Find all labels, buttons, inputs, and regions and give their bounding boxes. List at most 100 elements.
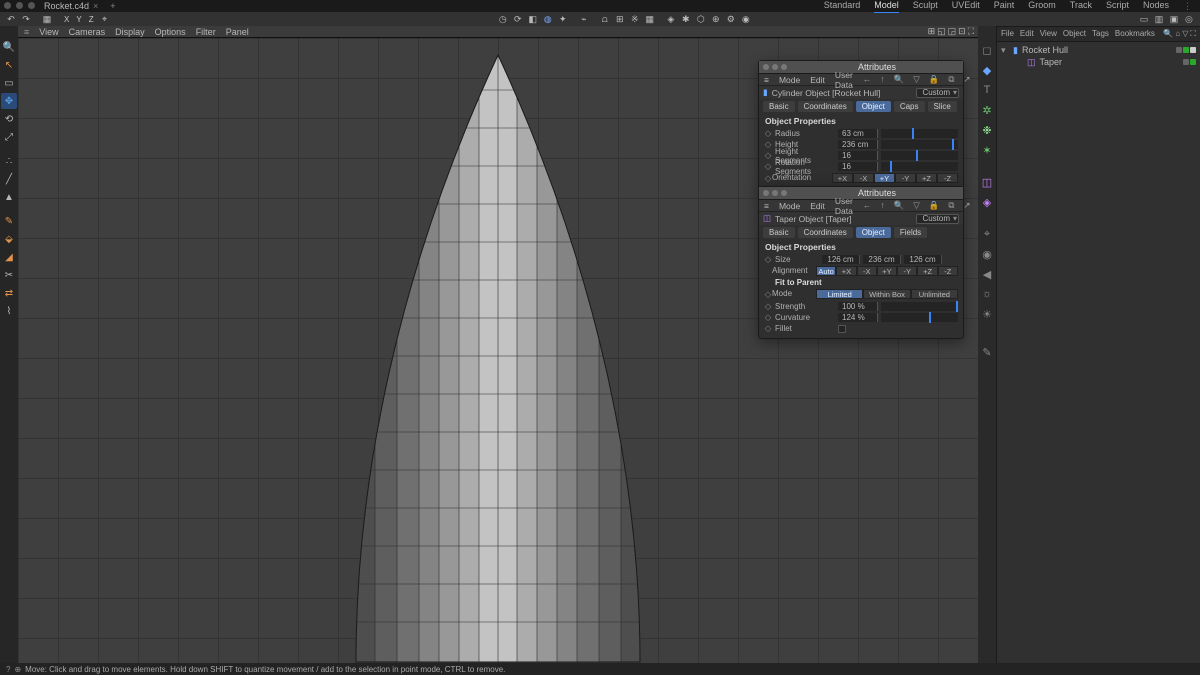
globe-icon[interactable]: ⊕	[14, 665, 21, 674]
mode-standard[interactable]: Standard	[824, 0, 861, 12]
rseg-input[interactable]: 16	[838, 162, 878, 171]
document-tab[interactable]: Rocket.c4d ×	[38, 1, 104, 11]
axis-y-button[interactable]: Y	[73, 13, 84, 25]
disclosure-icon[interactable]	[1015, 57, 1023, 67]
lock-icon[interactable]: 🔒	[929, 200, 940, 211]
render-icon[interactable]: ◉	[739, 13, 753, 25]
align-ny[interactable]: -Y	[897, 266, 917, 276]
settings-icon[interactable]: ⚙	[724, 13, 738, 25]
kebab-icon[interactable]: ⋮	[1183, 1, 1192, 12]
curv-slider[interactable]	[881, 313, 958, 322]
undo-icon[interactable]: ↶	[4, 13, 18, 25]
filter-icon[interactable]: ▽	[913, 74, 920, 85]
mode-uvedit[interactable]: UVEdit	[952, 0, 980, 12]
size-y-input[interactable]: 236 cm	[863, 255, 901, 264]
layout-1-icon[interactable]: ▭	[1137, 13, 1151, 25]
light-prim-icon[interactable]: ◉	[979, 246, 995, 262]
tab-fields[interactable]: Fields	[894, 227, 927, 238]
obj-menu-view[interactable]: View	[1040, 29, 1057, 39]
env-icon[interactable]: ☼	[979, 286, 995, 302]
size-z-input[interactable]: 126 cm	[904, 255, 942, 264]
radius-input[interactable]: 63 cm	[838, 129, 878, 138]
attr-menu-mode[interactable]: Mode	[779, 75, 800, 85]
vpmenu-cameras[interactable]: Cameras	[69, 27, 106, 37]
rotate-tool-icon[interactable]: ⟲	[1, 111, 17, 127]
hseg-slider[interactable]	[881, 151, 958, 160]
speaker-icon[interactable]: ◀	[979, 266, 995, 282]
mode-paint[interactable]: Paint	[994, 0, 1015, 12]
history-icon[interactable]: ◷	[496, 13, 510, 25]
pen-tool-icon[interactable]: ✎	[979, 344, 995, 360]
search-tool-icon[interactable]: 🔍	[1, 39, 17, 55]
layout-3-icon[interactable]: ▣	[1167, 13, 1181, 25]
effector-icon[interactable]: ✶	[979, 142, 995, 158]
light-icon[interactable]: ✱	[679, 13, 693, 25]
mode-limited[interactable]: Limited	[816, 289, 863, 299]
tab-basic[interactable]: Basic	[763, 101, 795, 112]
vp-opt-icon2[interactable]: ◱	[937, 26, 946, 37]
spline-icon[interactable]: ⌁	[577, 13, 591, 25]
min-dot-icon[interactable]	[16, 2, 23, 9]
expand-icon[interactable]: ⛶	[1190, 29, 1196, 39]
deform-icon[interactable]: ◫	[979, 174, 995, 190]
knife-tool-icon[interactable]: ✂	[1, 267, 17, 283]
attr-menu-edit[interactable]: Edit	[810, 75, 825, 85]
deformer-icon[interactable]: ⩍	[598, 13, 612, 25]
attr-menu-mode[interactable]: Mode	[779, 201, 800, 211]
tree-row-rocket-hull[interactable]: ▾ ▮ Rocket Hull	[1001, 44, 1196, 56]
align-nz[interactable]: -Z	[938, 266, 958, 276]
edges-mode-icon[interactable]: ╱	[1, 171, 17, 187]
field-prim-icon[interactable]: ◈	[979, 194, 995, 210]
preset-select[interactable]: Custom	[916, 214, 959, 224]
material-icon[interactable]: ⬡	[694, 13, 708, 25]
move-tool-icon[interactable]: ✥	[1, 93, 17, 109]
sphere-prim-icon[interactable]: ◆	[979, 62, 995, 78]
popup-icon[interactable]: ↗	[963, 200, 970, 211]
back-icon[interactable]: ←	[863, 74, 872, 85]
tab-object[interactable]: Object	[856, 227, 891, 238]
obj-menu-file[interactable]: File	[1001, 29, 1014, 39]
align-pz[interactable]: +Z	[917, 266, 937, 276]
search-icon[interactable]: 🔍	[1163, 29, 1173, 39]
cursor-tool-icon[interactable]: ↖	[1, 57, 17, 73]
scale-tool-icon[interactable]: ⤢	[1, 129, 17, 145]
obj-menu-tags[interactable]: Tags	[1092, 29, 1109, 39]
size-x-input[interactable]: 126 cm	[822, 255, 860, 264]
preset-select[interactable]: Custom	[916, 88, 959, 98]
axis-z-button[interactable]: Z	[86, 13, 97, 25]
orient-nz[interactable]: -Z	[937, 173, 958, 183]
layout-4-icon[interactable]: ◎	[1182, 13, 1196, 25]
search-icon[interactable]: 🔍	[894, 200, 905, 211]
hseg-input[interactable]: 16	[838, 151, 878, 160]
close-dot-icon[interactable]	[4, 2, 11, 9]
obj-menu-book[interactable]: Bookmarks	[1115, 29, 1155, 39]
close-icon[interactable]: ×	[93, 1, 98, 11]
vp-opt-icon1[interactable]: ⊞	[928, 26, 936, 37]
attr-menu-ud[interactable]: User Data	[835, 196, 853, 216]
vp-opt-icon3[interactable]: ◲	[948, 26, 957, 37]
mode-groom[interactable]: Groom	[1028, 0, 1056, 12]
hamburger-icon[interactable]: ≡	[24, 27, 29, 37]
disclosure-icon[interactable]: ▾	[1001, 45, 1009, 56]
cube-prim-icon[interactable]: ◻	[979, 42, 995, 58]
align-px[interactable]: +X	[836, 266, 856, 276]
cloner-icon[interactable]: ❉	[979, 122, 995, 138]
tag-icon[interactable]: ⊕	[709, 13, 723, 25]
field-icon[interactable]: ⊞	[613, 13, 627, 25]
tab-coord[interactable]: Coordinates	[798, 227, 853, 238]
snap-icon[interactable]: ※	[628, 13, 642, 25]
align-py[interactable]: +Y	[877, 266, 897, 276]
height-slider[interactable]	[881, 140, 958, 149]
orient-py[interactable]: +Y	[874, 173, 895, 183]
rocket-hull-mesh[interactable]	[338, 50, 658, 663]
points-mode-icon[interactable]: ∴	[1, 153, 17, 169]
generator-prim-icon[interactable]: ✲	[979, 102, 995, 118]
orient-px[interactable]: +X	[832, 173, 853, 183]
str-input[interactable]: 100 %	[838, 302, 878, 311]
back-icon[interactable]: ←	[863, 200, 872, 211]
primitive-icon[interactable]: ◍	[541, 13, 555, 25]
curv-input[interactable]: 124 %	[838, 313, 878, 322]
vpmenu-panel[interactable]: Panel	[226, 27, 249, 37]
mode-nodes[interactable]: Nodes	[1143, 0, 1169, 12]
height-input[interactable]: 236 cm	[838, 140, 878, 149]
